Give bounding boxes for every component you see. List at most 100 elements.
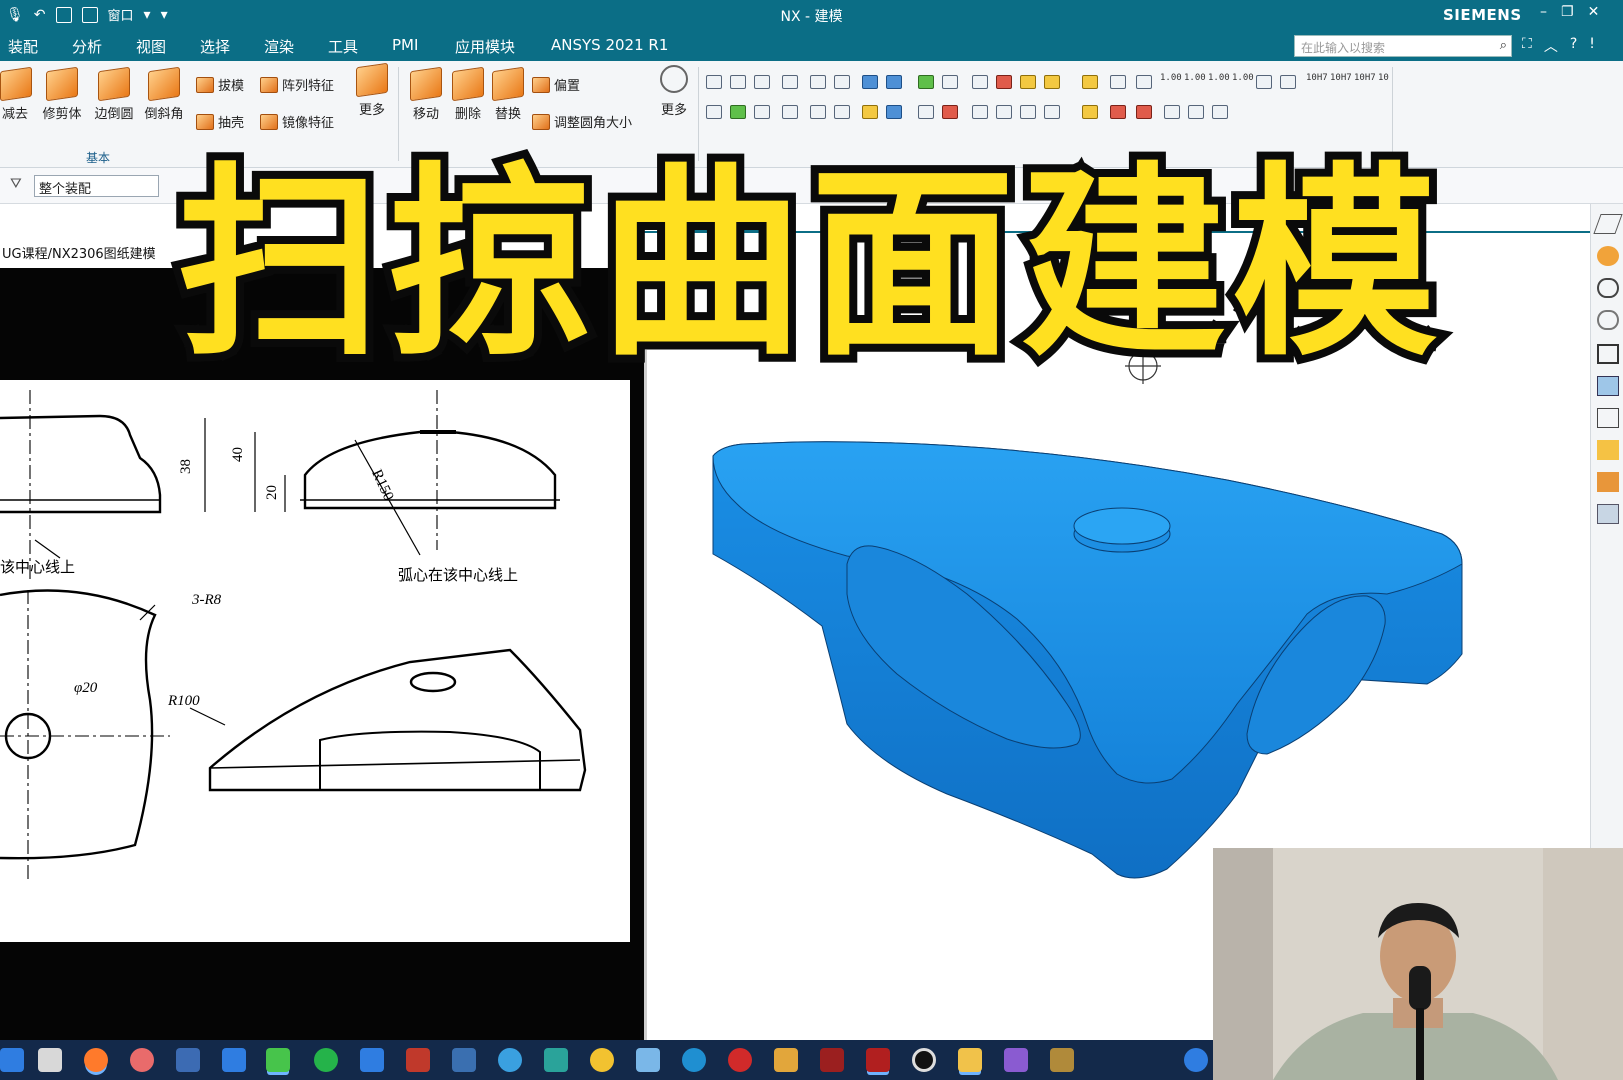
search-app-icon[interactable] [498,1048,522,1072]
tag-icon[interactable] [782,75,798,89]
folder-icon[interactable] [958,1048,982,1072]
app-icon[interactable] [130,1048,154,1072]
roles-icon[interactable] [1597,504,1619,524]
nx-active-icon[interactable] [866,1048,890,1072]
minimize-button[interactable]: – [1540,4,1547,20]
fullscreen-icon[interactable]: ⛶ [1522,36,1532,56]
paint-app-icon[interactable] [774,1048,798,1072]
menu-tools[interactable]: 工具 [328,36,358,57]
gdt-label[interactable]: 1.00 [1208,73,1230,83]
menu-ansys[interactable]: ANSYS 2021 R1 [551,36,668,54]
brush-icon[interactable] [886,105,902,119]
edge-icon[interactable] [810,105,826,119]
edge-blend-button[interactable]: 边倒圆 [90,66,138,122]
ai-app-icon[interactable] [544,1048,568,1072]
model-boss-top[interactable] [1073,507,1171,545]
paren-x-icon[interactable] [1280,75,1296,89]
save-app-icon[interactable] [222,1048,246,1072]
alert-icon[interactable]: ! [1589,36,1595,56]
more-button-1[interactable]: 更多 [352,62,392,118]
move-button[interactable]: 移动 [404,66,448,122]
close-button[interactable]: ✕ [1588,4,1600,20]
book-icon[interactable] [1597,472,1619,492]
menu-assembly[interactable]: 装配 [8,36,38,57]
table-icon[interactable] [918,105,934,119]
box-x-icon[interactable] [1256,75,1272,89]
delete-button[interactable]: 删除 [448,66,488,122]
dimension-icon[interactable] [1110,105,1126,119]
gdt-label[interactable]: 10 [1378,73,1389,83]
chrome-icon[interactable] [590,1048,614,1072]
sketch-icon[interactable] [706,75,722,89]
command-search-input[interactable]: 在此输入以搜索 ⌕ [1294,35,1512,57]
rotate-icon[interactable] [1212,105,1228,119]
shell-button[interactable]: 抽壳 [196,112,244,131]
perspective-icon[interactable] [1597,408,1619,428]
edge-icon[interactable] [682,1048,706,1072]
start-icon[interactable] [0,1048,24,1072]
subtract-button[interactable]: 减去 [0,66,32,122]
copy-icon[interactable] [782,105,798,119]
firefox-icon[interactable] [84,1048,108,1072]
gear-icon[interactable] [834,105,850,119]
feature-icon[interactable] [1044,105,1060,119]
search-icon[interactable]: ⌕ [1500,38,1507,53]
diameter2-icon[interactable] [1188,105,1204,119]
triangle-icon[interactable] [972,75,988,89]
help-icon[interactable]: ? [1570,36,1577,56]
cube-view-icon[interactable] [1597,376,1619,396]
layer-icon[interactable] [730,75,746,89]
mirror-feature-button[interactable]: 镜像特征 [260,112,334,131]
draft-button[interactable]: 拔模 [196,75,244,94]
nx-icon[interactable] [820,1048,844,1072]
note-icon[interactable] [972,105,988,119]
menu-select[interactable]: 选择 [200,36,230,57]
window-app-icon[interactable] [452,1048,476,1072]
collapse-ribbon-icon[interactable]: ︿ [1544,36,1558,56]
datum-icon[interactable] [1110,75,1126,89]
help-tray-icon[interactable] [1184,1048,1208,1072]
resize-blend-button[interactable]: 调整圆角大小 [532,112,632,131]
menu-application[interactable]: 应用模块 [455,36,515,57]
replace-button[interactable]: 替换 [488,66,528,122]
menu-analysis[interactable]: 分析 [72,36,102,57]
color-icon[interactable] [730,105,746,119]
list-icon[interactable] [862,75,878,89]
star-icon[interactable] [1597,440,1619,460]
check-icon[interactable] [918,75,934,89]
part-navigator-icon[interactable] [1597,246,1619,266]
menu-view[interactable]: 视图 [136,36,166,57]
gdt-label[interactable]: 1.00 [1184,73,1206,83]
pen-icon[interactable] [886,75,902,89]
c-app-icon[interactable] [314,1048,338,1072]
c2-app-icon[interactable] [360,1048,384,1072]
more-button-2[interactable]: 更多 [654,65,694,118]
grid-icon[interactable] [1044,75,1060,89]
assembly-icon[interactable] [1082,75,1098,89]
hidden-eye-icon[interactable] [1597,310,1619,330]
constraint-icon[interactable] [1082,105,1098,119]
solid-icon[interactable] [754,105,770,119]
annotation-icon[interactable] [1020,75,1036,89]
body-icon[interactable] [754,75,770,89]
opera-icon[interactable] [728,1048,752,1072]
photos-icon[interactable] [1004,1048,1028,1072]
measure-icon[interactable] [942,75,958,89]
report-icon[interactable] [996,75,1012,89]
record-icon[interactable] [912,1048,936,1072]
calculator-icon[interactable] [176,1048,200,1072]
gdt-label[interactable]: 1.00 [1160,73,1182,83]
wechat-icon[interactable] [266,1048,290,1072]
trim-body-button[interactable]: 修剪体 [38,66,86,122]
angle-icon[interactable] [1136,105,1152,119]
person-app-icon[interactable] [38,1048,62,1072]
gdt-label[interactable]: 10H7 [1354,73,1376,83]
pattern-feature-button[interactable]: 阵列特征 [260,75,334,94]
fit-view-icon[interactable] [1597,344,1619,364]
red-app-icon[interactable] [406,1048,430,1072]
chamfer-button[interactable]: 倒斜角 [140,66,188,122]
paper-app-icon[interactable] [636,1048,660,1072]
face-icon[interactable] [706,105,722,119]
fit-icon[interactable] [1020,105,1036,119]
coin-icon[interactable] [862,105,878,119]
